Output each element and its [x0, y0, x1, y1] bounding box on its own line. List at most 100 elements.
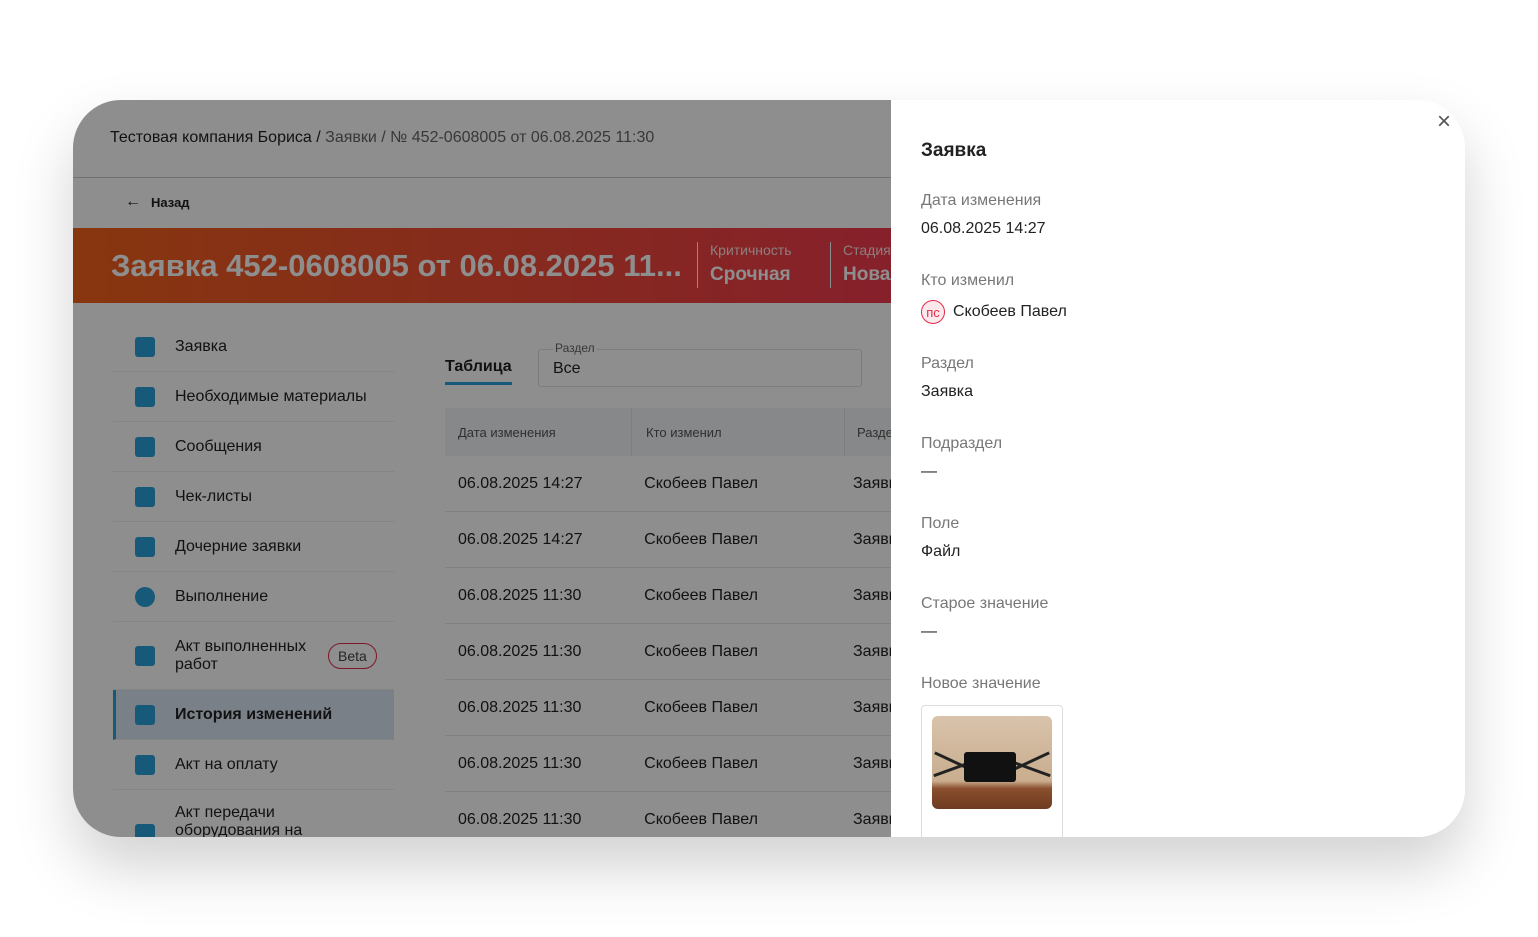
sidebar-item-label: Акт выполненных работ	[175, 637, 307, 673]
back-label: Назад	[151, 194, 190, 210]
field-subsection: Подраздел —	[921, 435, 1002, 481]
change-details-panel: × Заявка Дата изменения 06.08.2025 14:27 …	[891, 100, 1465, 837]
breadcrumb-separator: /	[311, 129, 326, 146]
table-row[interactable]: 06.08.2025 11:30 Скобеев Павел Заявка	[445, 568, 891, 624]
gear-icon	[135, 586, 155, 607]
sidebar-item-child-requests[interactable]: Дочерние заявки	[113, 522, 394, 572]
sidebar-item-request[interactable]: Заявка	[113, 322, 394, 372]
divider	[73, 177, 891, 178]
sidebar-item-materials[interactable]: Необходимые материалы	[113, 372, 394, 422]
panel-title: Заявка	[921, 140, 987, 161]
table-row[interactable]: 06.08.2025 11:30 Скобеев Павел Заявка	[445, 624, 891, 680]
column-header-who[interactable]: Кто изменил	[632, 408, 845, 456]
field-section: Раздел Заявка	[921, 355, 974, 401]
table-cell: 06.08.2025 14:27	[458, 530, 583, 548]
table-cell: 06.08.2025 11:30	[458, 642, 582, 660]
table-cell: Скобеев Павел	[644, 530, 758, 548]
table-cell: Скобеев Павел	[644, 474, 758, 492]
sidebar-item-label: Заявка	[175, 337, 227, 355]
close-icon[interactable]: ×	[1437, 108, 1451, 136]
field-value: 06.08.2025 14:27	[921, 220, 1046, 237]
field-label: Старое значение	[921, 595, 1049, 612]
table-row[interactable]: 06.08.2025 11:30 Скобеев Павел Заявка	[445, 736, 891, 792]
table-cell: Скобеев Павел	[644, 698, 758, 716]
boxes-icon	[135, 386, 155, 407]
request-page: Тестовая компания Бориса / Заявки / № 45…	[73, 100, 891, 837]
sidebar-item-invoice[interactable]: Акт на оплату	[113, 740, 394, 790]
history-icon	[135, 704, 155, 725]
table-cell: Заявка	[853, 586, 891, 604]
request-banner: Заявка 452-0608005 от 06.08.2025 11... К…	[73, 228, 891, 303]
sidebar-item-transfer-act[interactable]: Акт передачи оборудования на	[113, 790, 394, 837]
field-label: Поле	[921, 515, 960, 532]
table-cell: Скобеев Павел	[644, 586, 758, 604]
table-cell: Скобеев Павел	[644, 642, 758, 660]
app-window: Тестовая компания Бориса / Заявки / № 45…	[73, 100, 1465, 837]
back-button[interactable]: ← Назад	[125, 193, 190, 211]
breadcrumb: Тестовая компания Бориса / Заявки / № 45…	[110, 129, 654, 147]
column-header-date[interactable]: Дата изменения	[445, 408, 632, 456]
table-cell: 06.08.2025 11:30	[458, 810, 582, 828]
table-cell: Заявка	[853, 530, 891, 548]
table-cell: Заявка	[853, 474, 891, 492]
tab-table[interactable]: Таблица	[445, 358, 512, 385]
field-date: Дата изменения 06.08.2025 14:27	[921, 192, 1046, 238]
criticality-value: Срочная	[710, 264, 791, 285]
act-icon	[135, 645, 155, 666]
stage-label: Стадия	[843, 242, 891, 258]
table-cell: 06.08.2025 11:30	[458, 586, 582, 604]
field-value: —	[921, 463, 937, 480]
field-old-value: Старое значение —	[921, 595, 1048, 641]
table-header: Дата измененияКто изменилРаздел	[445, 408, 891, 456]
sidebar-item-label: Акт передачи оборудования на	[175, 804, 303, 837]
sidebar-item-label: Сообщения	[175, 437, 262, 455]
filter-value: Все	[553, 360, 581, 377]
child-requests-icon	[135, 536, 155, 557]
stage: Стадия Новая	[830, 242, 891, 288]
breadcrumb-company[interactable]: Тестовая компания Бориса	[110, 129, 312, 146]
filter-label: Раздел	[553, 341, 597, 355]
field-value: —	[921, 623, 937, 640]
field-new-value: Новое значение	[921, 675, 1063, 837]
field-who: Кто изменил пс Скобеев Павел	[921, 272, 1067, 324]
table-row[interactable]: 06.08.2025 14:27 Скобеев Павел Заявка	[445, 456, 891, 512]
table-row[interactable]: 06.08.2025 11:30 Скобеев Павел Заявка	[445, 680, 891, 736]
stage-value: Новая	[843, 264, 891, 285]
column-header-section[interactable]: Раздел	[845, 425, 891, 440]
sidebar-item-label: История изменений	[175, 705, 333, 723]
breadcrumb-current: № 452-0608005 от 06.08.2025 11:30	[390, 129, 655, 146]
message-icon	[135, 436, 155, 457]
breadcrumb-section[interactable]: Заявки	[325, 129, 377, 146]
sidebar-item-label: Дочерние заявки	[175, 537, 302, 555]
field-label: Раздел	[921, 355, 974, 372]
section-filter-select[interactable]: Раздел Все	[538, 341, 862, 387]
field-value: Скобеев Павел	[953, 303, 1067, 320]
sidebar-item-checklists[interactable]: Чек-листы	[113, 472, 394, 522]
avatar: пс	[921, 300, 945, 324]
table-cell: Заявка	[853, 810, 891, 828]
clipboard-icon	[135, 336, 155, 357]
table-cell: 06.08.2025 14:27	[458, 474, 583, 492]
field-label: Подраздел	[921, 435, 1003, 452]
router-photo	[932, 716, 1052, 809]
sidebar-item-label: Акт на оплату	[175, 755, 278, 773]
sidebar-item-execution[interactable]: Выполнение	[113, 572, 394, 622]
table-row[interactable]: 06.08.2025 14:27 Скобеев Павел Заявка	[445, 512, 891, 568]
breadcrumb-separator: /	[376, 129, 391, 146]
file-thumbnail[interactable]	[921, 705, 1063, 837]
field-value: Файл	[921, 543, 961, 560]
table-row[interactable]: 06.08.2025 11:30 Скобеев Павел Заявка	[445, 792, 891, 837]
table-cell: Скобеев Павел	[644, 754, 758, 772]
sidebar-item-history[interactable]: История изменений	[113, 690, 394, 740]
field-label: Кто изменил	[921, 272, 1015, 289]
sidebar-item-messages[interactable]: Сообщения	[113, 422, 394, 472]
sidebar-item-label: Выполнение	[175, 587, 269, 605]
beta-badge: Beta	[328, 642, 377, 669]
request-title: Заявка 452-0608005 от 06.08.2025 11...	[111, 248, 682, 283]
field-label: Новое значение	[921, 675, 1041, 692]
sidebar-item-work-act[interactable]: Акт выполненных работ Beta	[113, 622, 394, 690]
field-label: Дата изменения	[921, 192, 1042, 209]
table-cell: Заявка	[853, 754, 891, 772]
arrow-left-icon: ←	[125, 193, 141, 210]
table-cell: 06.08.2025 11:30	[458, 698, 582, 716]
